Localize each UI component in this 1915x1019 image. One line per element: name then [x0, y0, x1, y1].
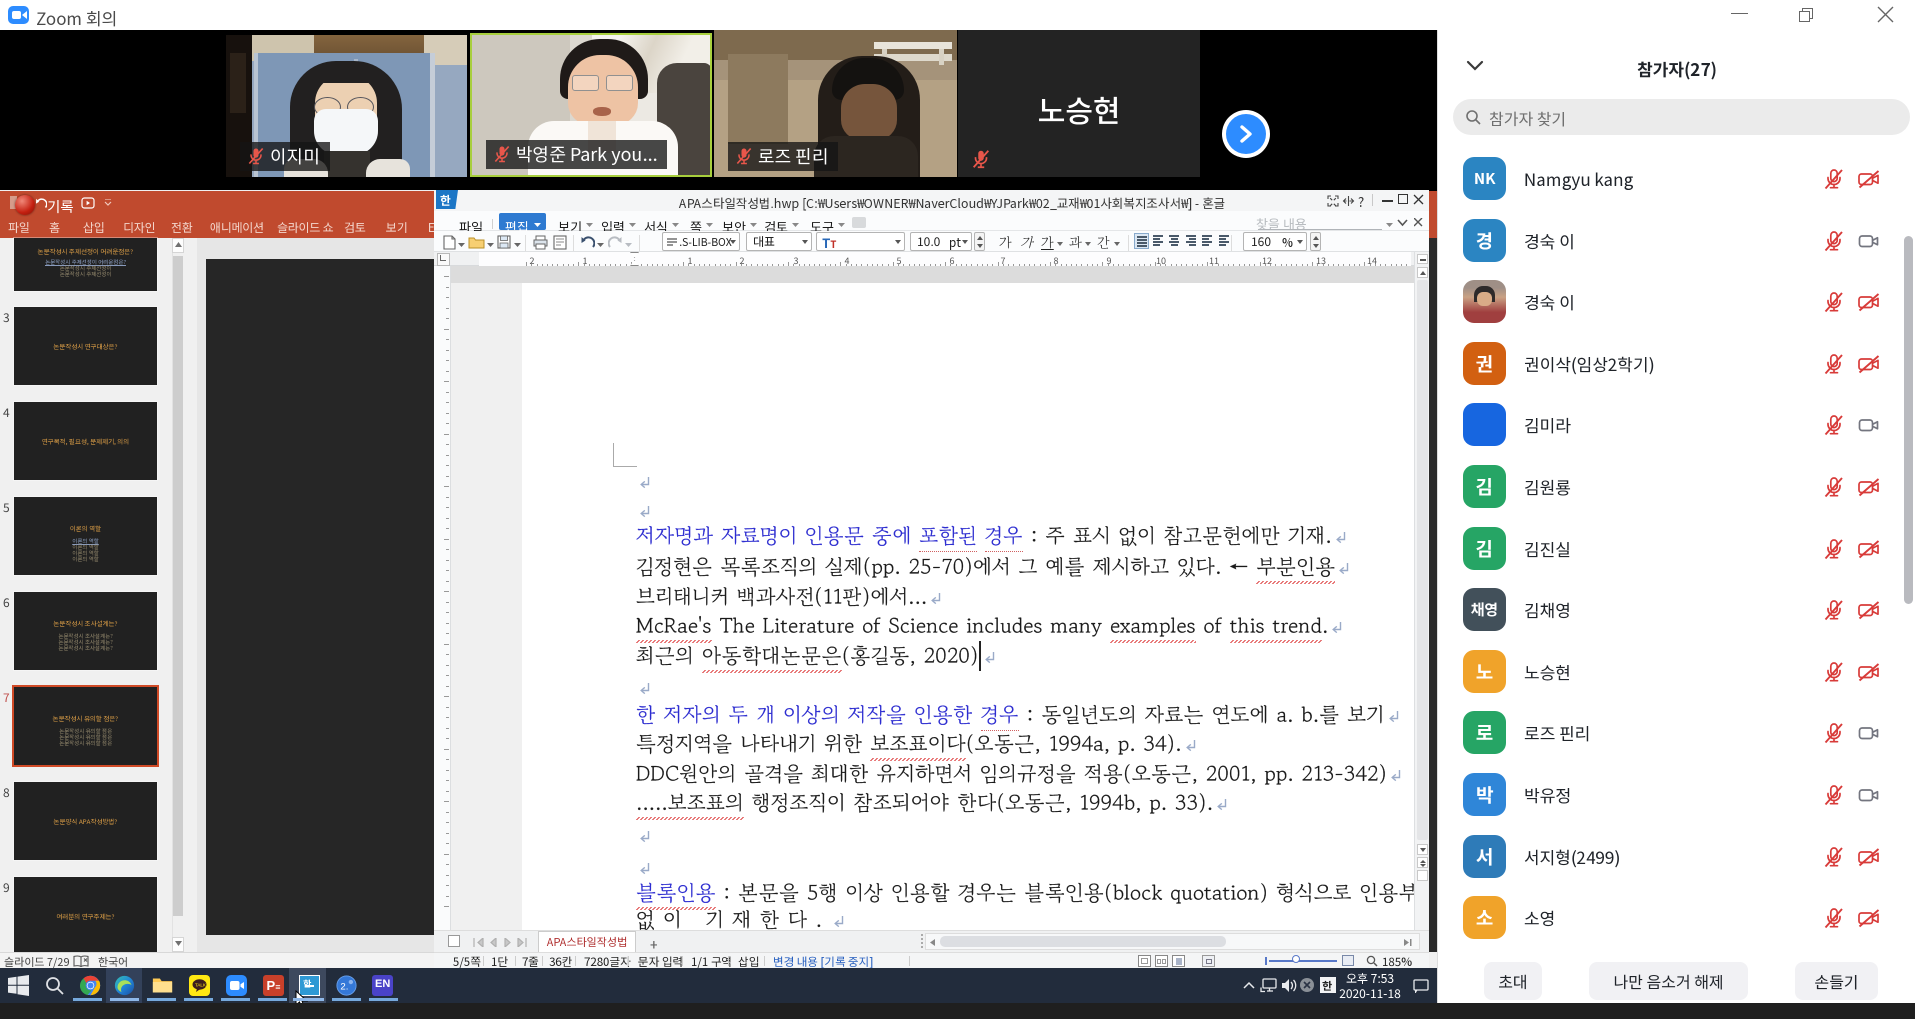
svg-text:TALK: TALK: [195, 983, 206, 988]
svg-text:2.: 2.: [340, 981, 348, 992]
